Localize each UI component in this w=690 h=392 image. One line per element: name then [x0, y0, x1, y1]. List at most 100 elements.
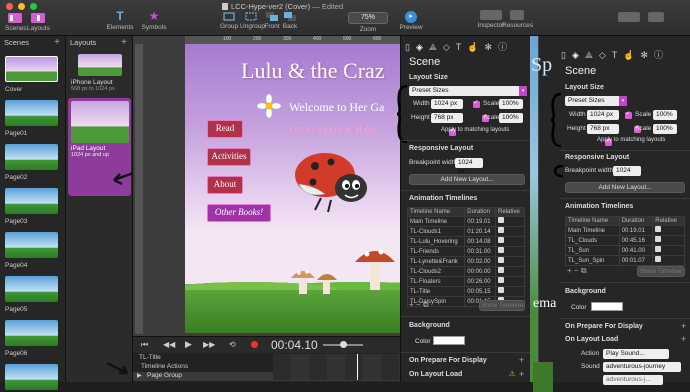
- document-tab-icon[interactable]: ▯: [561, 50, 566, 61]
- sound-secondary-field[interactable]: adventurous-j...: [603, 375, 663, 385]
- scene-thumb[interactable]: [5, 276, 58, 302]
- scene-thumb[interactable]: [5, 364, 58, 390]
- resources2-toggle-button[interactable]: [648, 12, 664, 22]
- column-header[interactable]: Duration: [464, 207, 497, 217]
- read-button[interactable]: Read: [207, 120, 243, 138]
- elements-button[interactable]: T Elements: [106, 10, 134, 31]
- show-timeline-button[interactable]: Show Timeline: [637, 266, 685, 277]
- relative-checkbox[interactable]: [498, 247, 505, 253]
- table-row[interactable]: TL-Clouds1 01:20.14: [406, 226, 525, 237]
- table-row[interactable]: Main Timeline 00:19.01: [565, 225, 685, 236]
- add-load-action-icon[interactable]: +: [681, 334, 686, 344]
- add-load-action-icon[interactable]: +: [519, 369, 524, 379]
- table-row[interactable]: TL_Sun_Spin 00:01.07: [565, 255, 685, 266]
- relative-checkbox[interactable]: [498, 257, 505, 263]
- table-row[interactable]: TL-Lynette&Frank 00:02.00: [406, 256, 525, 267]
- typography-tab-icon[interactable]: T: [456, 42, 462, 52]
- scene-thumb[interactable]: [5, 100, 58, 126]
- add-new-layout-button[interactable]: Add New Layout...: [565, 182, 685, 193]
- shape-tab-icon[interactable]: ◇: [599, 50, 606, 61]
- scenes-toggle-button[interactable]: Scenes: [5, 13, 27, 32]
- group-button[interactable]: Group: [220, 12, 238, 30]
- document-tab-icon[interactable]: ▯: [405, 42, 410, 53]
- scale-width-field[interactable]: 100%: [653, 110, 677, 120]
- layouts-toggle-button[interactable]: Layouts: [27, 13, 50, 32]
- table-row[interactable]: TL-Friends 00:31.00: [406, 246, 525, 257]
- close-window-icon[interactable]: [6, 3, 13, 10]
- relative-checkbox[interactable]: [498, 237, 505, 243]
- add-layout-icon[interactable]: +: [121, 36, 127, 50]
- add-timeline-icon[interactable]: +: [567, 266, 572, 275]
- breakpoint-field[interactable]: 1024 px: [613, 166, 641, 183]
- about-button[interactable]: About: [207, 176, 243, 194]
- add-prepare-action-icon[interactable]: +: [519, 355, 524, 365]
- table-row[interactable]: TL-Clouds2 00:00.00: [406, 266, 525, 277]
- loop-icon[interactable]: ⟲: [229, 340, 236, 349]
- minimize-window-icon[interactable]: [18, 3, 26, 10]
- layout-card-iphone[interactable]: iPhone Layout 568 px to 1024 px: [68, 54, 131, 98]
- column-header[interactable]: Timeline Name: [406, 207, 466, 217]
- relative-checkbox[interactable]: [498, 267, 505, 273]
- physics-tab-icon[interactable]: ✻: [641, 50, 649, 61]
- physics-tab-icon[interactable]: ✻: [485, 42, 493, 53]
- duplicate-timeline-icon[interactable]: ⧉: [423, 300, 429, 309]
- preset-sizes-select[interactable]: Preset Sizes ▾: [409, 86, 527, 96]
- remove-timeline-icon[interactable]: −: [574, 266, 579, 275]
- scale-height-field[interactable]: 100%: [653, 124, 677, 134]
- preview-button[interactable]: ▸ Preview: [398, 11, 424, 31]
- metrics-tab-icon[interactable]: ⟁: [585, 50, 593, 61]
- relative-checkbox[interactable]: [498, 227, 505, 233]
- add-timeline-icon[interactable]: +: [409, 300, 414, 309]
- scale-width-checkbox[interactable]: [625, 110, 632, 120]
- column-header[interactable]: Relative: [495, 207, 525, 217]
- step-back-icon[interactable]: ◀◀: [163, 340, 175, 349]
- ungroup-button[interactable]: Ungroup: [240, 12, 265, 30]
- table-row[interactable]: TL-Title 00:05.15: [406, 286, 525, 297]
- scale-width-checkbox[interactable]: [473, 99, 480, 109]
- timeline-selector[interactable]: TL-Title: [139, 354, 161, 361]
- zoom-select[interactable]: 75%: [348, 12, 388, 24]
- actions-tab-icon[interactable]: ☝: [467, 42, 478, 53]
- width-field[interactable]: 1024 px: [587, 110, 619, 120]
- table-row[interactable]: TL-Floaters 00:26.00: [406, 276, 525, 287]
- table-row[interactable]: TL_Clouds 00:45.16: [565, 235, 685, 246]
- width-field[interactable]: 1024 px: [431, 99, 463, 109]
- relative-checkbox[interactable]: [498, 287, 505, 293]
- column-header[interactable]: Relative: [652, 216, 685, 226]
- back-button[interactable]: Back: [282, 12, 298, 30]
- scene-thumb[interactable]: [5, 320, 58, 346]
- sound-select[interactable]: adventurous-journey: [603, 362, 681, 372]
- add-new-layout-button[interactable]: Add New Layout...: [409, 174, 525, 185]
- other-books-button[interactable]: Other Books!: [207, 204, 271, 222]
- background-color-well[interactable]: [591, 302, 623, 311]
- scene-thumb[interactable]: [5, 144, 58, 170]
- step-forward-icon[interactable]: ▶▶: [203, 340, 215, 349]
- timeline-track[interactable]: [273, 354, 403, 380]
- action-select[interactable]: Play Sound...: [603, 349, 669, 359]
- show-timeline-button[interactable]: Show Timeline: [479, 300, 525, 311]
- breakpoint-field[interactable]: 1024 px: [455, 158, 483, 175]
- inspector2-toggle-button[interactable]: [618, 12, 640, 22]
- duplicate-timeline-icon[interactable]: ⧉: [581, 266, 587, 275]
- add-scene-icon[interactable]: +: [54, 36, 60, 50]
- height-field[interactable]: 768 px: [587, 124, 619, 134]
- relative-checkbox[interactable]: [655, 236, 662, 242]
- metrics-tab-icon[interactable]: ⟁: [429, 42, 437, 53]
- relative-checkbox[interactable]: [498, 217, 505, 223]
- column-header[interactable]: Timeline Name: [565, 216, 620, 226]
- column-header[interactable]: Duration: [618, 216, 654, 226]
- add-prepare-action-icon[interactable]: +: [681, 321, 686, 331]
- resources-toggle-button[interactable]: Resources: [502, 10, 533, 29]
- playhead[interactable]: [357, 354, 358, 380]
- identity-tab-icon[interactable]: ⓘ: [654, 48, 663, 61]
- scene-thumb-cover[interactable]: [5, 56, 58, 82]
- disclosure-icon[interactable]: ▶: [137, 372, 142, 379]
- scene-stage[interactable]: Lulu & the Craz Welcome to Her Ga Intera…: [185, 44, 403, 333]
- activities-button[interactable]: Activities: [207, 148, 251, 166]
- table-row[interactable]: Main Timeline 00:19.01: [406, 216, 525, 227]
- timeline-actions-row[interactable]: Timeline Actions: [141, 363, 188, 370]
- scale-height-field[interactable]: 100%: [499, 113, 523, 123]
- relative-checkbox[interactable]: [655, 226, 662, 232]
- timeline-zoom-thumb[interactable]: [340, 341, 347, 348]
- preset-sizes-select[interactable]: Preset Sizes ▾: [565, 96, 627, 106]
